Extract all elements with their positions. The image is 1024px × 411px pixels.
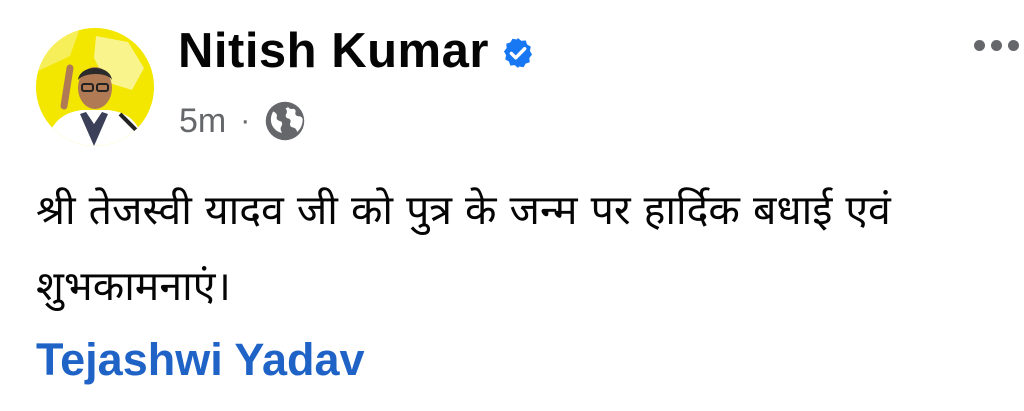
post-meta: 5m · <box>179 96 307 146</box>
avatar-photo <box>36 28 154 146</box>
globe-icon[interactable] <box>263 99 307 143</box>
facebook-post: Nitish Kumar 5m · श्री तेजस्वी यादव जी क… <box>0 0 1024 411</box>
post-timestamp[interactable]: 5m <box>179 96 226 146</box>
post-text: श्री तेजस्वी यादव जी को पुत्र के जन्म पर… <box>36 186 891 310</box>
more-dot-icon <box>1008 40 1019 51</box>
more-dot-icon <box>974 40 985 51</box>
verified-badge-icon <box>503 38 532 68</box>
more-dot-icon <box>991 40 1002 51</box>
avatar[interactable] <box>36 28 154 146</box>
author-row: Nitish Kumar <box>178 20 535 82</box>
tagged-person-link[interactable]: Tejashwi Yadav <box>36 330 365 390</box>
more-options-button[interactable] <box>974 40 1019 51</box>
meta-separator: · <box>240 104 251 137</box>
author-name[interactable]: Nitish Kumar <box>178 20 489 82</box>
